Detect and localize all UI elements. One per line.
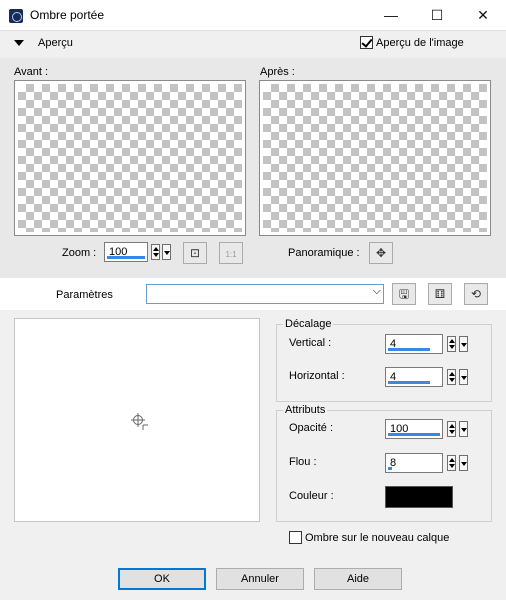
dice-icon: ⚅ (434, 287, 446, 301)
vertical-spin-button[interactable] (447, 336, 456, 352)
offset-canvas[interactable] (14, 318, 260, 522)
color-swatch[interactable] (385, 486, 453, 508)
window-title: Ombre portée (30, 8, 105, 22)
opacity-field[interactable]: 100 (385, 419, 443, 439)
after-label: Après : (260, 66, 295, 78)
preview-section-label: Aperçu (38, 37, 73, 49)
color-label: Couleur : (289, 490, 334, 502)
new-layer-checkbox[interactable] (289, 531, 302, 544)
blur-field[interactable]: 8 (385, 453, 443, 473)
horizontal-label: Horizontal : (289, 370, 345, 382)
before-label: Avant : (14, 66, 49, 78)
pan-button[interactable]: ✥ (369, 242, 393, 264)
presets-combobox[interactable]: ⌵ (146, 284, 384, 304)
zoom-field[interactable]: 100 (104, 242, 148, 262)
ok-button[interactable]: OK (118, 568, 206, 590)
close-button[interactable]: ✕ (460, 0, 506, 31)
panoramic-label: Panoramique : (288, 247, 360, 259)
image-preview-checkbox[interactable] (360, 36, 373, 49)
minimize-button[interactable]: — (368, 0, 414, 31)
horizontal-field[interactable]: 4 (385, 367, 443, 387)
blur-dropdown-button[interactable] (459, 455, 468, 471)
image-preview-label: Aperçu de l'image (376, 37, 464, 49)
blur-label: Flou : (289, 456, 317, 468)
new-layer-label: Ombre sur le nouveau calque (305, 532, 450, 544)
zoom-spin-button[interactable] (151, 244, 160, 260)
opacity-label: Opacité : (289, 422, 334, 434)
opacity-dropdown-button[interactable] (459, 421, 468, 437)
actual-size-icon: 1:1 (225, 250, 237, 259)
randomize-button[interactable]: ⚅ (428, 283, 452, 305)
opacity-slider-bar[interactable] (388, 433, 440, 436)
title-bar: Ombre portée — ☐ ✕ (0, 0, 506, 31)
crosshair-icon (131, 413, 148, 430)
zoom-dropdown-button[interactable] (162, 244, 171, 260)
reset-preset-button[interactable]: ⟲ (464, 283, 488, 305)
offset-group-label: Décalage (283, 318, 334, 330)
vertical-label: Vertical : (289, 337, 332, 349)
fit-zoom-button[interactable]: ⊡ (183, 242, 207, 264)
after-preview-canvas[interactable] (263, 84, 487, 232)
save-preset-button[interactable]: 🖫 (392, 283, 416, 305)
after-preview-frame (259, 80, 491, 236)
zoom-slider-bar[interactable] (107, 256, 145, 259)
chevron-down-icon: ⌵ (372, 285, 381, 297)
zoom-label: Zoom : (62, 247, 97, 259)
vertical-slider-bar[interactable] (388, 348, 430, 351)
collapse-preview-icon[interactable] (14, 40, 24, 46)
horizontal-dropdown-button[interactable] (459, 369, 468, 385)
help-button[interactable]: Aide (314, 568, 402, 590)
blur-slider-bar[interactable] (388, 467, 392, 470)
fit-zoom-icon: ⊡ (189, 246, 201, 260)
app-icon (9, 9, 23, 23)
blur-spin-button[interactable] (447, 455, 456, 471)
before-preview-frame (14, 80, 246, 236)
before-preview-canvas[interactable] (18, 84, 242, 232)
reset-icon: ⟲ (470, 287, 482, 301)
attributes-group-label: Attributs (283, 404, 328, 416)
presets-label: Paramètres (56, 289, 113, 301)
actual-size-button[interactable]: 1:1 (219, 242, 243, 264)
opacity-spin-button[interactable] (447, 421, 456, 437)
vertical-dropdown-button[interactable] (459, 336, 468, 352)
vertical-field[interactable]: 4 (385, 334, 443, 354)
save-icon: 🖫 (398, 287, 410, 301)
horizontal-slider-bar[interactable] (388, 381, 430, 384)
maximize-button[interactable]: ☐ (414, 0, 460, 31)
horizontal-spin-button[interactable] (447, 369, 456, 385)
cancel-button[interactable]: Annuler (216, 568, 304, 590)
move-icon: ✥ (375, 246, 387, 260)
